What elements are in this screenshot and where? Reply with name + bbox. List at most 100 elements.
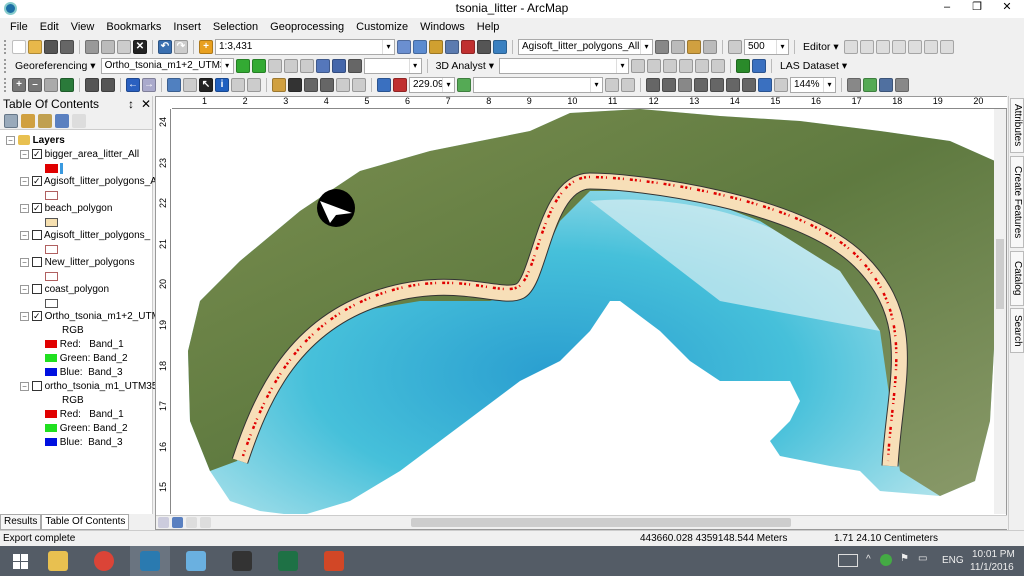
- collapse-toggle[interactable]: −: [20, 311, 29, 321]
- taskbar-app[interactable]: [222, 546, 262, 576]
- taskbar-app[interactable]: [314, 546, 354, 576]
- model-builder-icon[interactable]: [493, 39, 507, 54]
- go-to-xy-icon[interactable]: [320, 77, 334, 92]
- layout-forward-icon[interactable]: [774, 77, 788, 92]
- layout-zoom-in-icon[interactable]: [646, 77, 660, 92]
- layer-name[interactable]: ortho_tsonia_m1_UTM35N: [45, 381, 165, 392]
- layer-visibility-checkbox[interactable]: ✓: [31, 311, 42, 322]
- toolbar-grip[interactable]: [4, 77, 7, 92]
- layer-name[interactable]: Agisoft_litter_polygons_All: [44, 176, 161, 187]
- catalog-window-icon[interactable]: [429, 39, 443, 54]
- straight-segment-icon[interactable]: [859, 39, 874, 54]
- layer-symbol-swatch[interactable]: [45, 299, 58, 308]
- map-canvas[interactable]: [172, 109, 1007, 514]
- view-link-table-icon[interactable]: [315, 58, 330, 73]
- zoom-out-icon[interactable]: –: [28, 77, 42, 92]
- dock-tab-create-features[interactable]: Create Features: [1010, 156, 1024, 248]
- add-data-icon[interactable]: +: [199, 39, 213, 54]
- list-by-source-icon[interactable]: [21, 113, 35, 128]
- fixed-zoom-out-icon[interactable]: [101, 77, 115, 92]
- swipe-icon[interactable]: [687, 39, 701, 54]
- edit-tool-icon[interactable]: [843, 39, 858, 54]
- chevron-down-icon[interactable]: ▾: [590, 77, 602, 92]
- editor-menu[interactable]: Editor ▾: [800, 41, 842, 53]
- select-elements-icon[interactable]: ↖: [199, 77, 213, 92]
- layer-item[interactable]: − ortho_tsonia_m1_UTM35N: [20, 380, 165, 394]
- las-dataset-menu[interactable]: LAS Dataset ▾: [777, 60, 850, 72]
- toggle-draft-icon[interactable]: [847, 77, 861, 92]
- zoom-in-icon[interactable]: +: [12, 77, 26, 92]
- minimize-button[interactable]: –: [936, 0, 958, 16]
- interpolate-line-icon[interactable]: [694, 58, 709, 73]
- taskbar-app[interactable]: [268, 546, 308, 576]
- layer-visibility-checkbox[interactable]: [31, 230, 42, 241]
- select-features-icon[interactable]: [167, 77, 181, 92]
- split-icon[interactable]: [907, 39, 922, 54]
- chevron-down-icon[interactable]: ▾: [615, 58, 628, 73]
- viewer-window-icon[interactable]: [352, 77, 366, 92]
- editor-toolbar-icon[interactable]: [397, 39, 411, 54]
- chevron-down-icon[interactable]: ▾: [220, 58, 233, 73]
- layout-view-button[interactable]: [172, 517, 183, 528]
- layer-name[interactable]: beach_polygon: [45, 203, 113, 214]
- keyboard-icon[interactable]: [838, 554, 858, 567]
- dock-tab-search[interactable]: Search: [1010, 308, 1024, 353]
- layout-zoom-out-icon[interactable]: [662, 77, 676, 92]
- arcglobe-icon[interactable]: [751, 58, 766, 73]
- find-icon[interactable]: [288, 77, 302, 92]
- find-route-icon[interactable]: [304, 77, 318, 92]
- construction-icon[interactable]: [891, 39, 906, 54]
- map-scale-combo[interactable]: 1:3,431 ▾: [215, 38, 395, 55]
- clock-date[interactable]: 11/1/2016: [970, 562, 1014, 573]
- chevron-down-icon[interactable]: ▾: [382, 39, 394, 54]
- options-icon[interactable]: [72, 113, 86, 128]
- tab-results[interactable]: Results: [0, 514, 42, 530]
- contour-icon[interactable]: [630, 58, 645, 73]
- vertical-scrollbar[interactable]: [994, 109, 1006, 514]
- identify-icon[interactable]: i: [215, 77, 229, 92]
- layout-zoom-combo[interactable]: 144% ▾: [790, 76, 836, 93]
- copy-icon[interactable]: [101, 39, 115, 54]
- collapse-toggle[interactable]: −: [6, 135, 15, 145]
- list-by-selection-icon[interactable]: [55, 113, 69, 128]
- layout-pan-icon[interactable]: [678, 77, 692, 92]
- tool-b-icon[interactable]: [621, 77, 635, 92]
- menu-selection[interactable]: Selection: [207, 18, 264, 36]
- forward-extent-icon[interactable]: →: [142, 77, 156, 92]
- layout-fixed-out-icon[interactable]: [742, 77, 756, 92]
- point-profile-icon[interactable]: [678, 58, 693, 73]
- layer-visibility-checkbox[interactable]: [31, 257, 42, 268]
- close-button[interactable]: ✕: [996, 0, 1018, 16]
- action-center-flag-icon[interactable]: ⚑: [900, 553, 909, 564]
- viewer-icon[interactable]: [331, 58, 346, 73]
- layer-symbol-swatch[interactable]: [45, 191, 58, 200]
- link-delete-icon[interactable]: [299, 58, 314, 73]
- flicker-icon[interactable]: [703, 39, 717, 54]
- time-slider-icon[interactable]: [336, 77, 350, 92]
- line-of-sight-icon[interactable]: [662, 58, 677, 73]
- zoom-100-icon[interactable]: [710, 77, 724, 92]
- layer-name[interactable]: bigger_area_litter_All: [45, 149, 140, 160]
- restore-button[interactable]: ❐: [966, 0, 988, 16]
- pause-drawing-button[interactable]: [200, 517, 211, 528]
- save-icon[interactable]: [44, 39, 58, 54]
- network-icon[interactable]: ▭: [918, 553, 927, 564]
- layer-visibility-checkbox[interactable]: [31, 381, 42, 392]
- collapse-toggle[interactable]: −: [20, 230, 29, 240]
- menu-bookmarks[interactable]: Bookmarks: [100, 18, 167, 36]
- layer-item[interactable]: − ✓ bigger_area_litter_All: [20, 148, 139, 162]
- collapse-toggle[interactable]: −: [20, 149, 29, 159]
- collapse-toggle[interactable]: −: [20, 176, 29, 186]
- toolbar-grip[interactable]: [4, 58, 7, 73]
- taskbar-app[interactable]: [38, 546, 78, 576]
- layer-combo-2[interactable]: ▾: [473, 76, 603, 93]
- georeferencing-menu[interactable]: Georeferencing ▾: [12, 60, 99, 72]
- delete-icon[interactable]: ✕: [133, 39, 147, 54]
- layer-visibility-checkbox[interactable]: ✓: [31, 149, 42, 160]
- pin-icon[interactable]: ↕: [128, 96, 134, 112]
- georef-input[interactable]: ▾: [363, 57, 422, 74]
- link-table-icon[interactable]: [283, 58, 298, 73]
- clear-selection-icon[interactable]: [183, 77, 197, 92]
- horizontal-scrollbar-thumb[interactable]: [411, 518, 791, 527]
- toc-window-icon[interactable]: [413, 39, 427, 54]
